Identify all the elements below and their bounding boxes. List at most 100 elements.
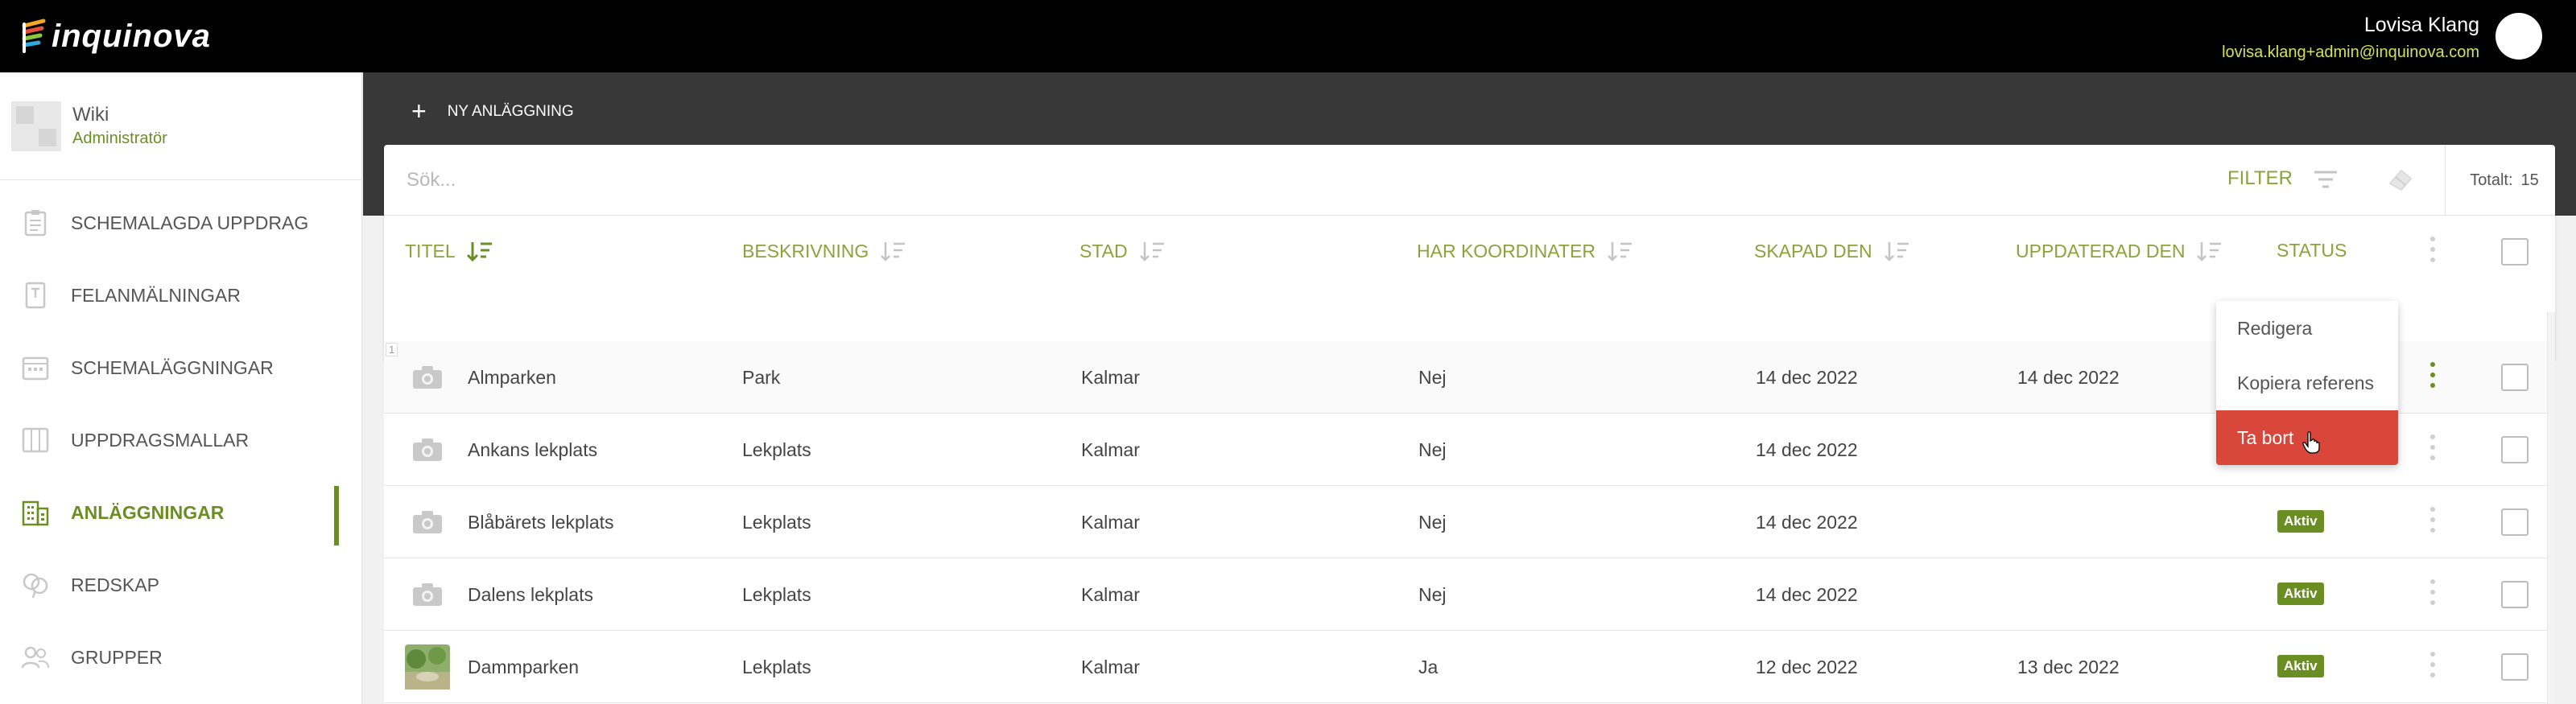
column-header-status[interactable]: STATUS [2277, 240, 2347, 261]
row-more-icon[interactable] [2428, 652, 2438, 682]
sidebar-item-label: REDSKAP [71, 574, 159, 595]
clear-filter-icon[interactable] [2387, 166, 2414, 197]
camera-icon [405, 576, 450, 613]
total-value: 15 [2520, 171, 2539, 189]
header-more-icon[interactable] [2428, 237, 2438, 267]
templates-icon [21, 426, 50, 455]
cell-coordinates: Nej [1418, 512, 1447, 533]
status-badge: Aktiv [2277, 583, 2324, 605]
sidebar-item-uppdragsmallar[interactable]: UPPDRAGSMALLAR [0, 404, 361, 476]
sort-icon [1139, 240, 1166, 262]
cell-title: Dalens lekplats [468, 584, 593, 605]
cell-description: Lekplats [742, 584, 811, 605]
cell-title: Dammparken [468, 657, 580, 677]
row-checkbox[interactable] [2501, 653, 2529, 681]
cell-description: Lekplats [742, 512, 811, 533]
row-more-icon[interactable] [2428, 434, 2438, 465]
cell-description: Park [742, 367, 781, 388]
group-icon [21, 643, 50, 672]
cell-updated: 13 dec 2022 [2017, 657, 2120, 677]
cell-city: Kalmar [1081, 439, 1140, 460]
sidebar-item-redskap[interactable]: REDSKAP [0, 549, 361, 621]
table-row[interactable]: Blåbärets lekplats Lekplats Kalmar Nej 1… [384, 486, 2555, 558]
sidebar-item-felanmalningar[interactable]: FELANMÄLNINGAR [0, 259, 361, 331]
row-more-icon[interactable] [2428, 579, 2438, 610]
avatar[interactable] [2496, 13, 2542, 60]
org-name: Wiki [72, 103, 109, 126]
sidebar-item-grupper[interactable]: GRUPPER [0, 621, 361, 694]
report-icon [21, 281, 50, 310]
new-facility-button[interactable]: + NY ANLÄGGNING [411, 97, 574, 126]
sidebar-item-anlaggningar[interactable]: ANLÄGGNINGAR [0, 476, 361, 549]
cell-description: Lekplats [742, 439, 811, 460]
user-name: Lovisa Klang [2363, 14, 2479, 36]
cell-title: Ankans lekplats [468, 439, 598, 460]
row-checkbox[interactable] [2501, 508, 2529, 536]
hand-cursor-icon [2302, 431, 2320, 458]
cell-city: Kalmar [1081, 367, 1140, 388]
top-bar: inquinova Lovisa Klang lovisa.klang+admi… [0, 0, 2576, 72]
sort-icon [880, 240, 907, 262]
sidebar-nav: SCHEMALAGDA UPPDRAG FELANMÄLNINGAR SCHEM… [0, 180, 361, 694]
select-all-checkbox[interactable] [2501, 238, 2529, 266]
cell-updated: 14 dec 2022 [2017, 367, 2120, 388]
menu-item-copy-reference[interactable]: Kopiera referens [2216, 356, 2398, 410]
status-badge: Aktiv [2277, 655, 2324, 677]
sidebar-item-schemalaggningar[interactable]: SCHEMALÄGGNINGAR [0, 331, 361, 404]
sidebar-item-label: GRUPPER [71, 646, 163, 668]
status-badge: Aktiv [2277, 510, 2324, 533]
sidebar: Wiki Administratör SCHEMALAGDA UPPDRAG F… [0, 72, 362, 704]
column-label: HAR KOORDINATER [1417, 240, 1596, 261]
menu-item-edit[interactable]: Redigera [2216, 301, 2398, 356]
sidebar-item-label: ANLÄGGNINGAR [71, 501, 225, 523]
app-logo[interactable]: inquinova [19, 16, 211, 56]
column-header-beskrivning[interactable]: BESKRIVNING [742, 240, 907, 262]
org-role: Administratör [72, 129, 167, 147]
sidebar-item-schemalagda-uppdrag[interactable]: SCHEMALAGDA UPPDRAG [0, 187, 361, 259]
column-header-skapad-den[interactable]: SKAPAD DEN [1754, 240, 1911, 262]
column-header-har-koordinater[interactable]: HAR KOORDINATER [1417, 240, 1634, 262]
cell-created: 14 dec 2022 [1756, 367, 1858, 388]
park-photo-thumbnail [405, 644, 450, 690]
cell-coordinates: Nej [1418, 439, 1447, 460]
cell-created: 12 dec 2022 [1756, 657, 1858, 677]
logo-text: inquinova [52, 18, 211, 54]
new-facility-label: NY ANLÄGGNING [447, 102, 574, 120]
cell-title: Almparken [468, 367, 556, 388]
column-label: SKAPAD DEN [1754, 240, 1872, 261]
camera-icon [405, 359, 450, 396]
cell-city: Kalmar [1081, 657, 1140, 677]
camera-icon [405, 431, 450, 468]
table-row[interactable]: Dammparken Lekplats Kalmar Ja 12 dec 202… [384, 631, 2555, 703]
row-index: 1 [386, 343, 398, 356]
search-input[interactable] [407, 163, 2017, 198]
column-label: UPPDATERAD DEN [2016, 240, 2186, 261]
filter-button[interactable]: FILTER [2227, 167, 2293, 190]
cell-created: 14 dec 2022 [1756, 584, 1858, 605]
cell-coordinates: Nej [1418, 367, 1447, 388]
user-info[interactable]: Lovisa Klang lovisa.klang+admin@inquinov… [2222, 13, 2479, 64]
cell-city: Kalmar [1081, 584, 1140, 605]
table-row[interactable]: Dalens lekplats Lekplats Kalmar Nej 14 d… [384, 558, 2555, 631]
row-checkbox[interactable] [2501, 364, 2529, 391]
column-header-titel[interactable]: TITEL [405, 240, 494, 262]
filter-icon[interactable] [2312, 166, 2339, 197]
table-header-row: TITEL BESKRIVNING STAD HAR KOORDINATER S… [384, 216, 2555, 290]
sidebar-item-label: SCHEMALÄGGNINGAR [71, 356, 274, 378]
total-label: Totalt: [2470, 171, 2513, 189]
column-header-stad[interactable]: STAD [1080, 240, 1166, 262]
list-scrollbar[interactable] [2547, 312, 2555, 704]
column-header-uppdaterad-den[interactable]: UPPDATERAD DEN [2016, 240, 2223, 262]
row-checkbox[interactable] [2501, 581, 2529, 608]
sort-icon [2196, 240, 2223, 262]
column-label: STATUS [2277, 240, 2347, 261]
org-logo [11, 101, 61, 151]
cell-description: Lekplats [742, 657, 811, 677]
org-switcher[interactable]: Wiki Administratör [0, 72, 361, 180]
row-checkbox[interactable] [2501, 436, 2529, 463]
cell-created: 14 dec 2022 [1756, 512, 1858, 533]
row-more-icon[interactable] [2428, 507, 2438, 537]
row-more-icon[interactable] [2428, 362, 2438, 393]
camera-icon [405, 504, 450, 541]
logo-mark-icon [22, 19, 46, 53]
